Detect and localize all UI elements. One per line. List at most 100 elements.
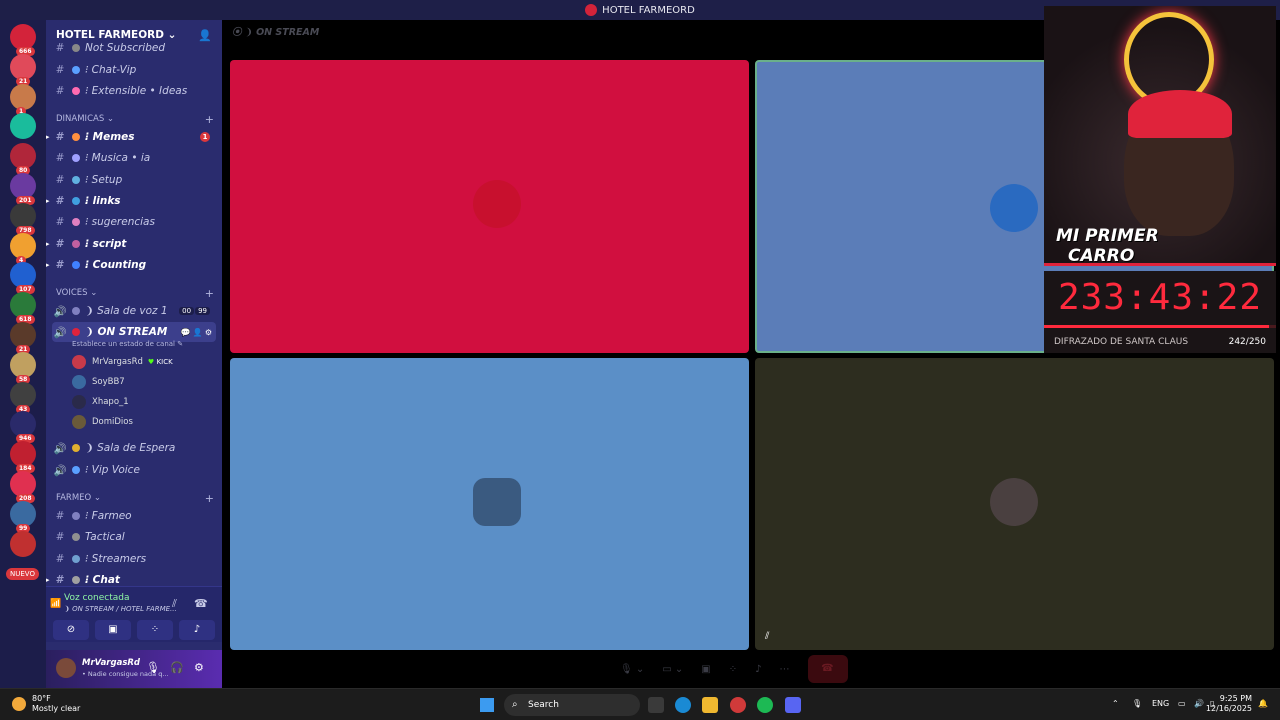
camera-icon[interactable]: ▭ ⌄ (662, 664, 683, 675)
voice-participant[interactable]: DomiDios (72, 413, 133, 431)
server-icon[interactable]: 798 (10, 202, 36, 235)
add-channel-icon[interactable]: + (205, 492, 214, 505)
participant-tile[interactable]: ⫽ (755, 358, 1274, 650)
user-panel: MrVargasRd • Nadie consigue nada q... 🎙 … (46, 650, 222, 688)
add-channel-icon[interactable]: + (205, 287, 214, 300)
microphone-icon[interactable]: 🎙 ⌄ (620, 664, 644, 675)
noise-suppression-icon[interactable]: ⫽ (172, 597, 177, 611)
network-icon[interactable]: ▭ (1178, 699, 1186, 708)
server-icon[interactable]: 618 (10, 292, 36, 325)
task-view-icon[interactable] (648, 697, 664, 713)
file-explorer-icon[interactable] (702, 697, 718, 713)
language-indicator[interactable]: ENG (1152, 699, 1169, 708)
taskbar-search[interactable]: ⌕ Search (504, 694, 640, 716)
voice-channel-item[interactable]: 🔊 ⁝ Vip Voice (52, 460, 216, 480)
clock[interactable]: 9:25 PM 12/16/2025 (1206, 694, 1252, 714)
server-icon[interactable] (10, 530, 36, 557)
server-icon[interactable]: 58 (10, 351, 36, 384)
server-icon[interactable]: 946 (10, 411, 36, 444)
server-icon[interactable]: 4 (10, 232, 36, 265)
tray-mic-icon[interactable]: 🎙 (1132, 699, 1142, 708)
screen-share-button[interactable]: ▣ (95, 620, 131, 640)
channel-label: ⁝ sugerencias (85, 216, 155, 229)
channel-emoji-icon (72, 575, 80, 584)
headphones-icon[interactable]: 🎧 (170, 661, 184, 674)
weather-widget[interactable]: 80°F Mostly clear (32, 694, 80, 714)
server-icon[interactable] (10, 113, 36, 140)
participant-avatar (473, 478, 521, 526)
channel-emoji-icon (72, 239, 80, 248)
soundboard-button[interactable]: ♪ (179, 620, 215, 640)
channel-item[interactable]: # Not Subscribed (52, 38, 216, 58)
server-icon[interactable]: 184 (10, 441, 36, 474)
screen-share-icon[interactable]: ▣ (701, 664, 710, 675)
tray-expand-icon[interactable]: ⌃ (1112, 699, 1119, 708)
server-icon[interactable]: 208 (10, 471, 36, 503)
category-header[interactable]: DINAMICAS ⌄ + (56, 113, 214, 126)
disconnect-icon[interactable]: ☎ (194, 597, 208, 610)
start-button[interactable] (480, 698, 494, 712)
username[interactable]: MrVargasRd (82, 658, 140, 668)
channel-action-icons[interactable]: 💬👤⚙ (181, 328, 214, 337)
channel-item[interactable]: # ⁝ Setup (52, 170, 216, 190)
camera-off-button[interactable]: ⊘ (53, 620, 89, 640)
server-icon[interactable]: 201 (10, 173, 36, 205)
channel-item[interactable]: # Tactical (52, 527, 216, 547)
edge-icon[interactable] (675, 697, 691, 713)
voice-participant[interactable]: MrVargasRd ♥ KICK (72, 353, 173, 371)
spotify-icon[interactable] (757, 697, 773, 713)
discord-icon[interactable] (785, 697, 801, 713)
channel-emoji-icon (72, 328, 80, 336)
voice-channel-active[interactable]: 🔊 ❩ ON STREAM 💬👤⚙ (52, 322, 216, 342)
activities-icon[interactable]: ⁘ (729, 664, 737, 675)
signal-icon[interactable]: 📶 (50, 599, 61, 609)
participant-tile[interactable] (230, 60, 749, 353)
channel-item[interactable]: ▸ # ⁝ Counting (46, 255, 216, 275)
voice-participant[interactable]: Xhapo_1 (72, 393, 129, 411)
more-icon[interactable]: ⋯ (780, 664, 790, 675)
channel-item[interactable]: # ⁝ sugerencias (52, 212, 216, 232)
gear-icon[interactable]: ⚙ (194, 661, 204, 674)
activities-button[interactable]: ⁘ (137, 620, 173, 640)
soundboard-icon[interactable]: ♪ (755, 664, 761, 675)
channel-emoji-icon (72, 154, 80, 163)
server-rail: 666 21 1 80 201 798 4 107 618 21 58 43 946 184 208 99 NU… (0, 20, 46, 688)
voice-channel-item[interactable]: 🔊 ❩ Sala de Espera (52, 438, 216, 458)
channel-item[interactable]: # ⁝ Streamers (52, 549, 216, 569)
server-icon[interactable]: 107 (10, 262, 36, 295)
channel-item[interactable]: # ⁝ Extensible • Ideas (52, 81, 216, 101)
server-icon[interactable]: 99 (10, 500, 36, 533)
avatar[interactable] (56, 658, 76, 678)
category-header[interactable]: VOICES ⌄ + (56, 287, 214, 300)
chrome-icon[interactable] (730, 697, 746, 713)
channel-status[interactable]: Establece un estado de canal ✎ (72, 340, 183, 348)
participant-name: SoyBB7 (92, 377, 125, 387)
notification-icon[interactable]: 🔔 (1258, 699, 1268, 708)
channel-item[interactable]: ▸ # ⁝ links (46, 191, 216, 211)
voice-channel-item[interactable]: 🔊 ❩ Sala de voz 1 00 99 (52, 301, 216, 321)
channel-item[interactable]: ▸ # ⁝ script (46, 234, 216, 254)
participant-tile[interactable] (230, 358, 749, 650)
channel-item[interactable]: # ⁝ Farmeo (52, 506, 216, 526)
channel-item[interactable]: ▸ # ⁝ Memes 1 (46, 127, 216, 147)
server-icon[interactable]: 666 (10, 24, 36, 56)
hashtag-icon: # (55, 173, 65, 186)
channel-item[interactable]: # ⁝ Chat-Vip (52, 60, 216, 80)
end-call-button[interactable]: ☎ (807, 655, 848, 683)
server-icon[interactable]: 21 (10, 322, 36, 354)
volume-icon[interactable]: 🔊 (1194, 699, 1204, 708)
clock-time: 9:25 PM (1219, 694, 1252, 703)
server-icon[interactable]: 43 (10, 381, 36, 414)
voice-connected-channel[interactable]: ❩ ON STREAM / HOTEL FARME... (64, 605, 177, 613)
category-header[interactable]: FARMEO ⌄ + (56, 492, 214, 505)
server-icon[interactable]: 80 (10, 143, 36, 176)
channel-item[interactable]: # ⁝ Musica • ia (52, 148, 216, 168)
server-icon[interactable]: 21 (10, 53, 36, 86)
server-icon[interactable]: 1 (10, 83, 36, 116)
speaker-icon: 🔊 (53, 305, 67, 318)
voice-participant[interactable]: SoyBB7 (72, 373, 125, 391)
weather-icon[interactable] (12, 697, 26, 711)
add-channel-icon[interactable]: + (205, 113, 214, 126)
search-icon: ⌕ (512, 699, 518, 710)
microphone-icon[interactable]: 🎙 (146, 661, 160, 674)
